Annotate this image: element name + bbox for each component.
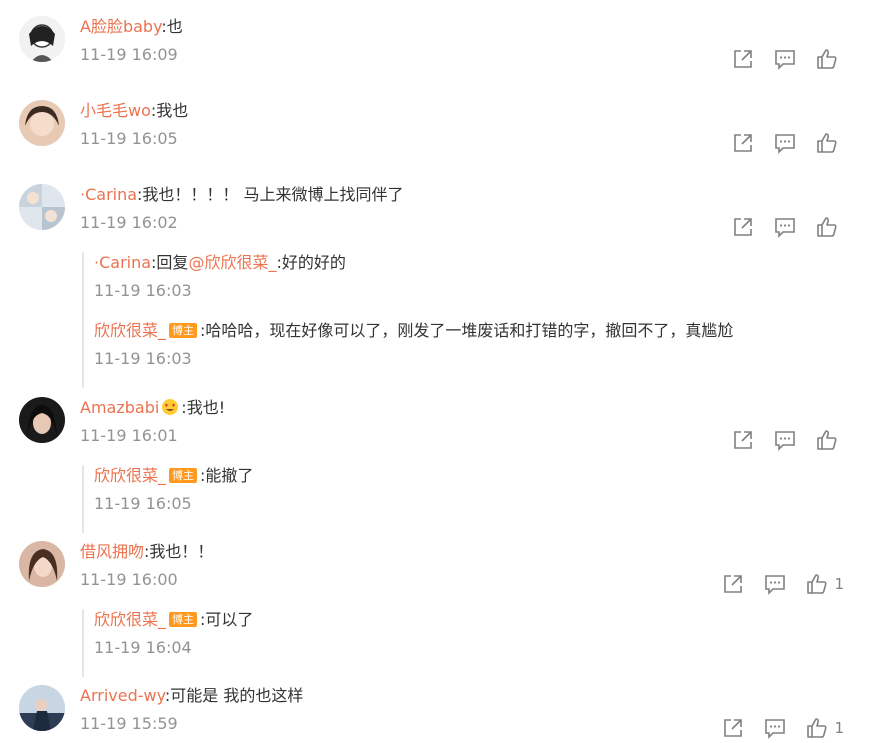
username-link[interactable]: 借风拥吻 <box>80 542 144 561</box>
author-badge: 博主 <box>169 323 198 338</box>
comment-button[interactable] <box>774 429 796 451</box>
comment-button[interactable] <box>774 216 796 238</box>
timestamp: 11-19 16:04 <box>94 638 192 657</box>
like-icon <box>817 217 837 237</box>
reply-text: :能撤了 <box>200 466 254 485</box>
comment-actions <box>712 48 844 70</box>
comment-icon <box>765 575 786 595</box>
username-link[interactable]: A脸脸baby <box>80 17 161 36</box>
comment-text: :也 <box>161 17 183 36</box>
comment-line: 借风拥吻:我也！！ <box>80 541 213 563</box>
comment-line: 小毛毛wo:我也 <box>80 100 188 122</box>
like-count: 1 <box>834 719 844 737</box>
avatar[interactable] <box>19 397 65 443</box>
like-icon <box>817 49 837 69</box>
username-link[interactable]: ·Carina <box>94 253 151 272</box>
comment-button[interactable] <box>764 573 786 595</box>
reply-text: :哈哈哈，现在好像可以了，刚发了一堆废话和打错的字，撤回不了，真尴尬 <box>200 321 734 340</box>
comment-line: Arrived-wy:可能是 我的也这样 <box>80 685 303 707</box>
comment-line: Amazbabi :我也! <box>80 397 225 419</box>
reply-line: ·Carina:回复@欣欣很菜_:好的好的 <box>94 252 346 274</box>
timestamp: 11-19 16:02 <box>80 213 178 232</box>
author-badge: 博主 <box>169 468 198 483</box>
share-button[interactable] <box>732 48 754 70</box>
timestamp: 11-19 16:03 <box>94 281 192 300</box>
share-button[interactable] <box>722 573 744 595</box>
like-icon <box>807 574 828 594</box>
comment-line: ·Carina:我也！！！！ 马上来微博上找同伴了 <box>80 184 404 206</box>
heart-eyes-emoji-icon <box>162 399 179 415</box>
timestamp: 11-19 16:09 <box>80 45 178 64</box>
like-count: 1 <box>834 575 844 593</box>
like-icon <box>817 430 837 450</box>
like-button[interactable] <box>816 429 844 451</box>
share-icon <box>734 431 752 449</box>
comment-actions <box>712 132 844 154</box>
username-link[interactable]: Arrived-wy <box>80 686 165 705</box>
reply-line: 欣欣很菜_ 博主:能撤了 <box>94 465 253 487</box>
like-icon <box>817 133 837 153</box>
timestamp: 11-19 16:05 <box>94 494 192 513</box>
share-icon <box>724 575 743 593</box>
avatar[interactable] <box>19 16 65 62</box>
username-link[interactable]: 欣欣很菜_ <box>94 321 166 340</box>
comment-button[interactable] <box>774 132 796 154</box>
avatar[interactable] <box>19 541 65 587</box>
share-icon <box>734 50 752 68</box>
timestamp: 11-19 15:59 <box>80 714 178 733</box>
share-button[interactable] <box>732 216 754 238</box>
timestamp: 11-19 16:00 <box>80 570 178 589</box>
reply-thread: 欣欣很菜_ 博主:能撤了 11-19 16:05 <box>82 465 253 533</box>
username-link[interactable]: 欣欣很菜_ <box>94 610 166 629</box>
comment-icon <box>775 50 795 70</box>
comment-text: :我也！！ <box>144 542 214 561</box>
timestamp: 11-19 16:05 <box>80 129 178 148</box>
reply-thread: 欣欣很菜_ 博主:可以了 11-19 16:04 <box>82 609 253 677</box>
share-icon <box>734 218 752 236</box>
comment-icon <box>775 431 795 451</box>
timestamp: 11-19 16:03 <box>94 349 192 368</box>
share-button[interactable] <box>732 132 754 154</box>
username-link[interactable]: 小毛毛wo <box>80 101 151 120</box>
comment-button[interactable] <box>774 48 796 70</box>
reply-prefix: :回复 <box>151 253 189 272</box>
comment-button[interactable] <box>764 717 786 739</box>
share-button[interactable] <box>732 429 754 451</box>
reply-line: 欣欣很菜_ 博主:可以了 <box>94 609 253 631</box>
reply-text: :好的好的 <box>276 253 346 272</box>
comment-actions: 1 <box>702 573 844 595</box>
share-icon <box>734 134 752 152</box>
author-badge: 博主 <box>169 612 198 627</box>
comment-icon <box>775 218 795 238</box>
like-icon <box>807 718 828 738</box>
avatar[interactable] <box>19 184 65 230</box>
username-link[interactable]: Amazbabi <box>80 398 159 417</box>
like-button[interactable]: 1 <box>806 573 844 595</box>
avatar[interactable] <box>19 100 65 146</box>
share-icon <box>724 719 743 737</box>
reply-line: 欣欣很菜_ 博主:哈哈哈，现在好像可以了，刚发了一堆废话和打错的字，撤回不了，真尴… <box>94 320 733 342</box>
username-link[interactable]: ·Carina <box>80 185 137 204</box>
share-button[interactable] <box>722 717 744 739</box>
avatar[interactable] <box>19 685 65 731</box>
reply-text: :可以了 <box>200 610 254 629</box>
like-button[interactable] <box>816 48 844 70</box>
like-button[interactable] <box>816 216 844 238</box>
comment-icon <box>775 134 795 154</box>
comment-actions <box>712 429 844 451</box>
timestamp: 11-19 16:01 <box>80 426 178 445</box>
comment-text: :我也！！！！ 马上来微博上找同伴了 <box>137 185 404 204</box>
comment-actions: 1 <box>702 717 844 739</box>
comment-icon <box>765 719 786 739</box>
like-button[interactable]: 1 <box>806 717 844 739</box>
comment-line: A脸脸baby:也 <box>80 16 183 38</box>
comment-text: :我也 <box>150 101 189 120</box>
mention-link[interactable]: @欣欣很菜_ <box>188 253 276 272</box>
reply-thread: ·Carina:回复@欣欣很菜_:好的好的 11-19 16:03 欣欣很菜_ 博… <box>82 252 733 388</box>
username-link[interactable]: 欣欣很菜_ <box>94 466 166 485</box>
like-button[interactable] <box>816 132 844 154</box>
comment-text: :可能是 我的也这样 <box>164 686 304 705</box>
comment-text: :我也! <box>181 398 226 417</box>
comment-actions <box>712 216 844 238</box>
